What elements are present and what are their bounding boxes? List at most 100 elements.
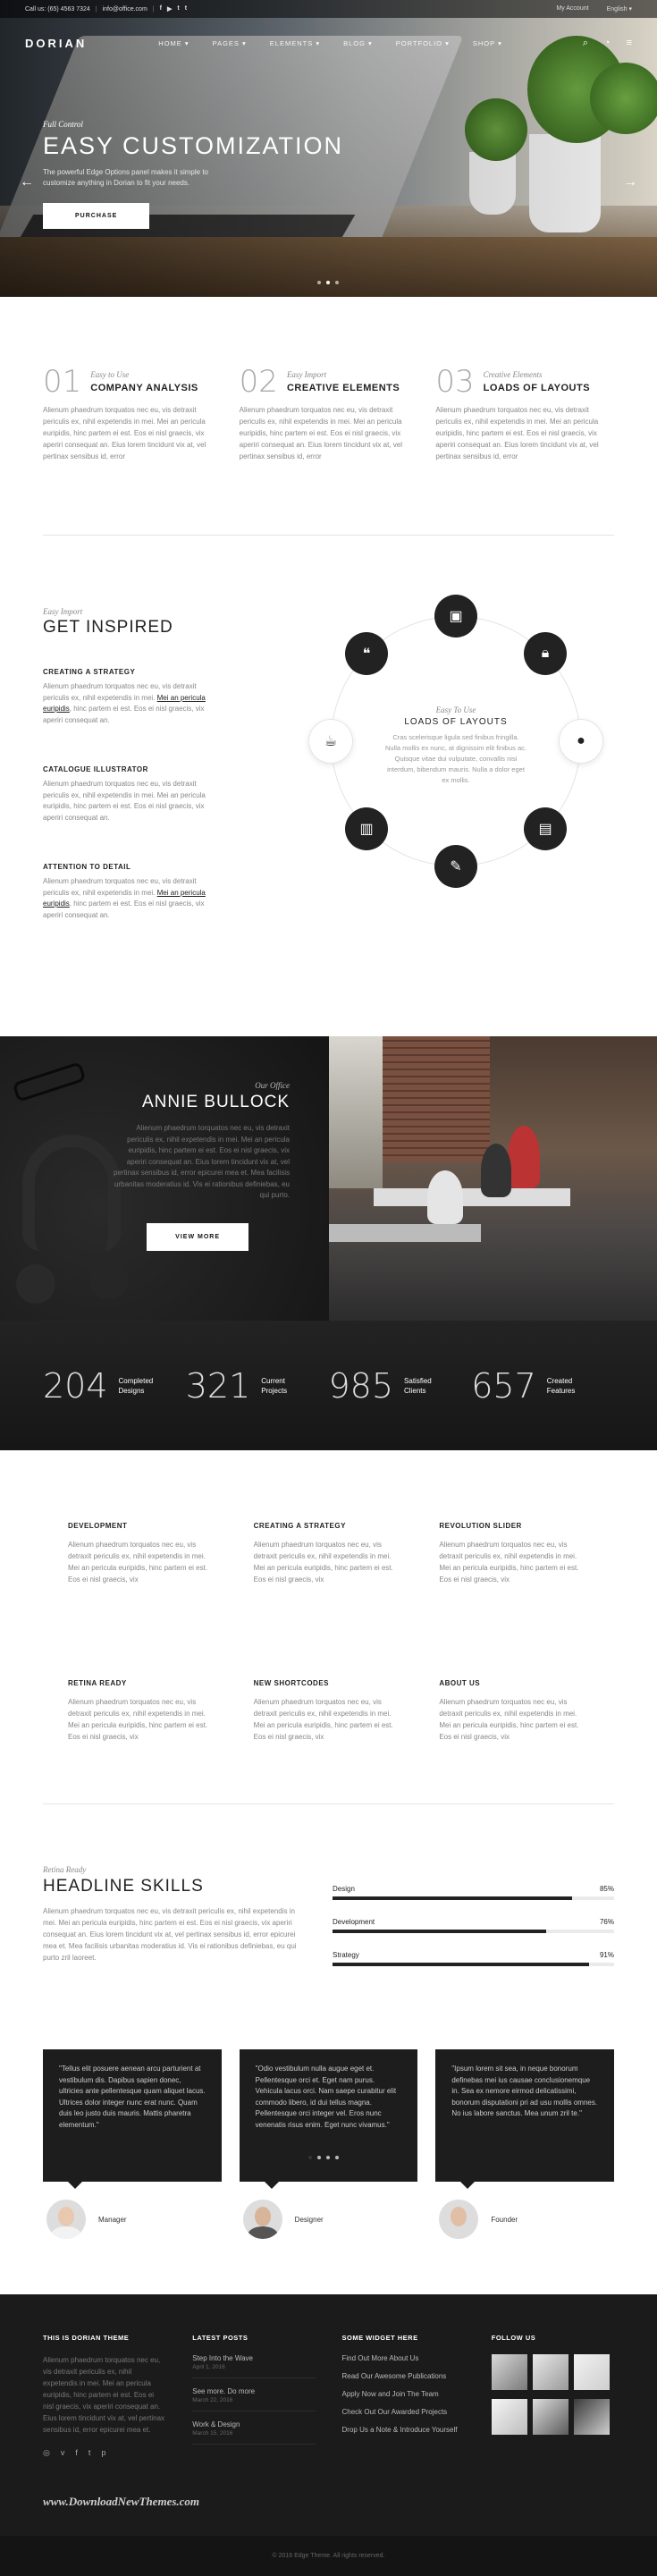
- inspired-title: GET INSPIRED: [43, 618, 173, 637]
- menu-item-portfolio[interactable]: PORTFOLIO ▾: [396, 39, 450, 47]
- footer-heading: THIS IS DORIAN THEME: [43, 2334, 130, 2342]
- view-more-button[interactable]: VIEW MORE: [147, 1222, 248, 1251]
- skill-label: Development: [333, 1918, 375, 1926]
- service-title: REVOLUTION SLIDER: [439, 1522, 522, 1530]
- purchase-button[interactable]: PURCHASE: [43, 203, 150, 229]
- skill-bar: Strategy 91%: [333, 1951, 614, 1966]
- pinterest-icon[interactable]: p: [101, 2448, 105, 2458]
- instagram-thumb[interactable]: [532, 2399, 569, 2435]
- post-item[interactable]: Work & Design March 15, 2016: [192, 2420, 316, 2445]
- email-link[interactable]: info@office.com: [103, 6, 147, 13]
- slider-dot[interactable]: [308, 2156, 312, 2159]
- twitter-icon[interactable]: t: [177, 5, 179, 13]
- widget-link[interactable]: Read Our Awesome Publications: [342, 2372, 465, 2380]
- service-text: Alienum phaedrum torquatos nec eu, vis d…: [253, 1541, 393, 1584]
- tumblr-icon[interactable]: t: [88, 2448, 91, 2458]
- chat-icon[interactable]: ❝: [345, 632, 388, 675]
- chart-icon[interactable]: ▥: [345, 807, 388, 850]
- block-text: Alienum phaedrum torquatos nec eu, vis d…: [43, 877, 206, 919]
- counter-item: 657 Created Features: [471, 1366, 614, 1406]
- main-menu: HOME ▾ PAGES ▾ ELEMENTS ▾ BLOG ▾ PORTFOL…: [158, 39, 502, 47]
- facebook-icon[interactable]: f: [160, 5, 162, 13]
- tumblr-icon[interactable]: t: [185, 5, 187, 13]
- facebook-icon[interactable]: f: [75, 2448, 78, 2458]
- office-subtitle: Our Office: [255, 1081, 290, 1090]
- vimeo-icon[interactable]: v: [61, 2448, 65, 2458]
- skills-section: Retina Ready HEADLINE SKILLS Alienum pha…: [0, 1804, 657, 2035]
- menu-item-pages[interactable]: PAGES ▾: [213, 39, 247, 47]
- feature-text: Alienum phaedrum torquatos nec eu, vis d…: [435, 406, 599, 460]
- footer-social: ◎ v f t p: [43, 2448, 165, 2458]
- features-section: 01 Easy to Use COMPANY ANALYSIS Alienum …: [0, 297, 657, 535]
- document-icon[interactable]: ✎: [434, 845, 477, 888]
- instagram-thumb[interactable]: [491, 2354, 527, 2390]
- counter-number: 321: [185, 1365, 251, 1406]
- widget-link[interactable]: Check Out Our Awarded Projects: [342, 2408, 465, 2416]
- search-icon[interactable]: ⌕: [583, 38, 588, 49]
- next-arrow-icon[interactable]: →: [623, 174, 637, 190]
- hero-text: The powerful Edge Options panel makes it…: [43, 168, 208, 187]
- menu-item-home[interactable]: HOME ▾: [158, 39, 189, 47]
- prev-arrow-icon[interactable]: ←: [20, 174, 34, 190]
- post-item[interactable]: Step Into the Wave April 1, 2016: [192, 2354, 316, 2378]
- slider-dot[interactable]: [317, 2156, 321, 2159]
- instagram-thumb[interactable]: [491, 2399, 527, 2435]
- menu-item-blog[interactable]: BLOG ▾: [343, 39, 373, 47]
- coffee-icon[interactable]: ☕︎: [309, 720, 352, 763]
- testimonial-card: "Tellus elit posuere aenean arcu parturi…: [43, 2049, 222, 2294]
- post-title[interactable]: See more. Do more: [192, 2387, 315, 2395]
- widget-link[interactable]: Drop Us a Note & Introduce Yourself: [342, 2426, 465, 2434]
- avatar: [439, 2200, 479, 2239]
- counter-item: 204 Completed Designs: [43, 1366, 186, 1406]
- menu-item-elements[interactable]: ELEMENTS ▾: [270, 39, 320, 47]
- widget-link[interactable]: Find Out More About Us: [342, 2354, 465, 2362]
- glasses-image: [12, 1061, 87, 1102]
- block-title: CATALOGUE ILLUSTRATOR: [43, 765, 148, 773]
- instagram-thumb[interactable]: [573, 2354, 610, 2390]
- language-select[interactable]: English ▾: [607, 5, 632, 13]
- menu-icon[interactable]: ≡: [627, 38, 632, 49]
- post-title[interactable]: Work & Design: [192, 2420, 315, 2428]
- briefcase-icon[interactable]: ▣: [434, 595, 477, 638]
- my-account-link[interactable]: My Account: [556, 5, 588, 13]
- service-text: Alienum phaedrum torquatos nec eu, vis d…: [439, 1697, 579, 1741]
- youtube-icon[interactable]: ▶: [167, 5, 172, 13]
- center-text: Cras scelerisque ligula sed finibus frin…: [385, 733, 526, 784]
- lock-icon[interactable]: 🔒︎: [524, 632, 567, 675]
- service-title: DEVELOPMENT: [68, 1522, 128, 1530]
- post-item[interactable]: See more. Do more March 22, 2016: [192, 2387, 316, 2411]
- slider-dot[interactable]: [317, 281, 321, 284]
- service-text: Alienum phaedrum torquatos nec eu, vis d…: [253, 1697, 393, 1741]
- instagram-grid: [491, 2354, 614, 2435]
- testimonial-role: Designer: [294, 2215, 324, 2224]
- testimonial-quote: "Tellus elit posuere aenean arcu parturi…: [43, 2049, 222, 2189]
- slider-dot[interactable]: [326, 2156, 330, 2159]
- service-title: ABOUT US: [439, 1678, 481, 1687]
- slider-dot[interactable]: [335, 2156, 339, 2159]
- footer-follow: FOLLOW US: [491, 2334, 614, 2536]
- lightbulb-icon[interactable]: ●: [560, 720, 602, 763]
- counters-section: 204 Completed Designs 321 Current Projects 9…: [0, 1321, 657, 1450]
- service-title: CREATING A STRATEGY: [253, 1522, 346, 1530]
- instagram-icon[interactable]: ◎: [43, 2448, 50, 2458]
- footer-heading: FOLLOW US: [491, 2334, 536, 2342]
- service-title: RETINA READY: [68, 1678, 127, 1687]
- logo[interactable]: DORIAN: [25, 37, 87, 50]
- widget-link[interactable]: Apply Now and Join The Team: [342, 2390, 465, 2398]
- top-bar: Call us: (65) 4563 7324 | info@office.co…: [0, 0, 657, 18]
- footer-heading: LATEST POSTS: [192, 2334, 248, 2342]
- instagram-thumb[interactable]: [573, 2399, 610, 2435]
- phone-text: Call us: (65) 4563 7324: [25, 5, 90, 13]
- post-title[interactable]: Step Into the Wave: [192, 2354, 315, 2362]
- slider-dot[interactable]: [335, 281, 339, 284]
- inspired-subtitle: Easy Import: [43, 607, 83, 616]
- cart-icon[interactable]: ◔: [604, 38, 611, 49]
- menu-item-shop[interactable]: SHOP ▾: [473, 39, 502, 47]
- book-icon[interactable]: ▤: [524, 807, 567, 850]
- slider-dot[interactable]: [326, 281, 330, 284]
- instagram-thumb[interactable]: [532, 2354, 569, 2390]
- service-item: DEVELOPMENT Alienum phaedrum torquatos ne…: [68, 1522, 218, 1647]
- skill-label: Strategy: [333, 1951, 359, 1959]
- footer: THIS IS DORIAN THEME Alienum phaedrum to…: [0, 2294, 657, 2536]
- icon-circle: ▣ 🔒︎ ● ▤ ✎ ▥ ☕︎ ❝ Easy To Use LOADS OF L…: [309, 595, 602, 888]
